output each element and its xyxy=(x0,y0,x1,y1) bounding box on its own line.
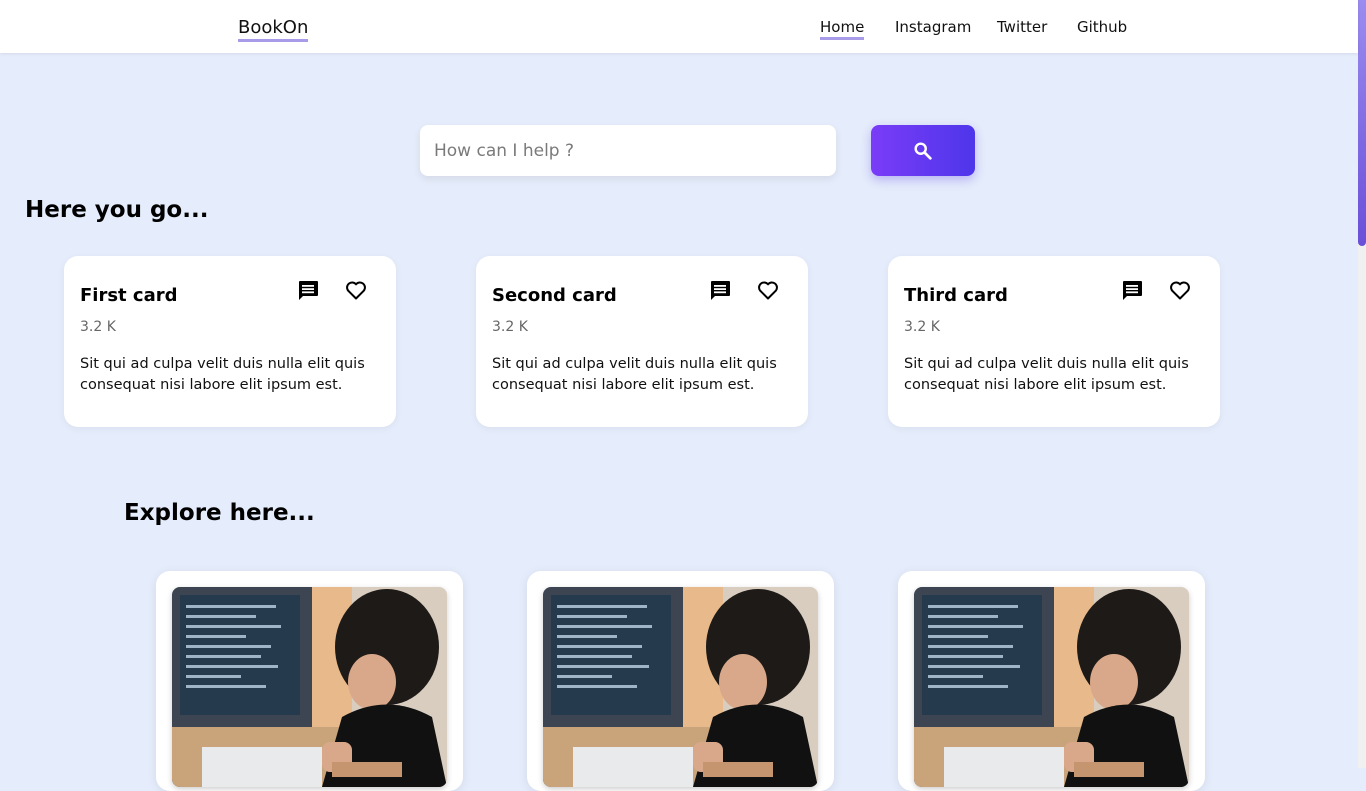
page-scrollbar[interactable] xyxy=(1358,0,1366,768)
explore-section-title: Explore here... xyxy=(124,500,315,526)
heart-icon[interactable] xyxy=(1168,278,1192,302)
card-title: Second card xyxy=(492,285,617,306)
search-button[interactable] xyxy=(871,125,975,176)
heart-icon[interactable] xyxy=(344,278,368,302)
card-count: 3.2 K xyxy=(492,319,528,335)
nav-link-home[interactable]: Home xyxy=(820,18,865,40)
search-icon xyxy=(914,142,932,160)
card-count: 3.2 K xyxy=(80,319,116,335)
nav-link-github[interactable]: Github xyxy=(1077,18,1127,37)
nav-link-twitter[interactable]: Twitter xyxy=(997,18,1047,37)
comment-icon[interactable] xyxy=(708,278,732,302)
card-count: 3.2 K xyxy=(904,319,940,335)
scrollbar-thumb[interactable] xyxy=(1358,0,1366,246)
info-card: First card 3.2 K Sit qui ad culpa velit … xyxy=(64,256,396,427)
heart-icon[interactable] xyxy=(756,278,780,302)
comment-icon[interactable] xyxy=(296,278,320,302)
comment-icon[interactable] xyxy=(1120,278,1144,302)
card-description: Sit qui ad culpa velit duis nulla elit q… xyxy=(904,356,1189,393)
card-description: Sit qui ad culpa velit duis nulla elit q… xyxy=(492,356,777,393)
card-title: Third card xyxy=(904,285,1008,306)
explore-card-image xyxy=(543,587,818,787)
explore-card-image xyxy=(172,587,447,787)
explore-card-image xyxy=(914,587,1189,787)
explore-card[interactable] xyxy=(527,571,834,791)
nav-link-instagram[interactable]: Instagram xyxy=(895,18,971,37)
explore-card[interactable] xyxy=(156,571,463,791)
featured-section-title: Here you go... xyxy=(25,197,209,223)
brand-logo-link[interactable]: BookOn xyxy=(238,17,309,42)
info-card: Third card 3.2 K Sit qui ad culpa velit … xyxy=(888,256,1220,427)
info-card: Second card 3.2 K Sit qui ad culpa velit… xyxy=(476,256,808,427)
card-title: First card xyxy=(80,285,178,306)
card-description: Sit qui ad culpa velit duis nulla elit q… xyxy=(80,356,365,393)
top-navbar: BookOn Home Instagram Twitter Github xyxy=(0,0,1358,53)
search-input[interactable] xyxy=(420,125,836,176)
explore-card[interactable] xyxy=(898,571,1205,791)
